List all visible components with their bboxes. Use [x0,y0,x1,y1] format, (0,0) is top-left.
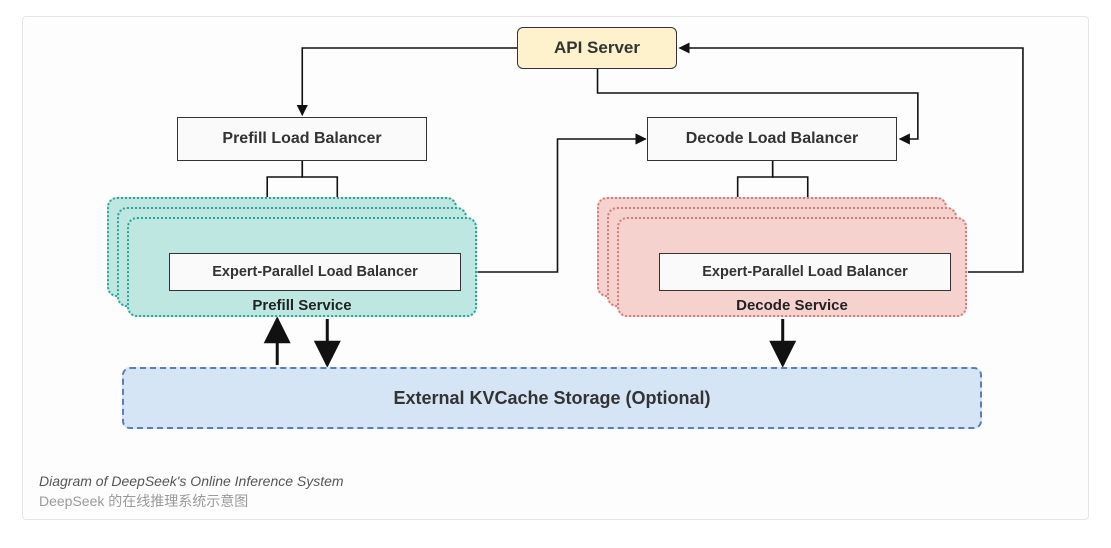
decode-service-replica: Expert-Parallel Load Balancer Decode Ser… [617,217,967,317]
decode-service-label: Decode Service [619,297,965,314]
api-server-box: API Server [517,27,677,69]
kvcache-storage-label: External KVCache Storage (Optional) [393,388,710,409]
decode-load-balancer-label: Decode Load Balancer [686,130,859,148]
page-root: API Server Prefill Load Balancer Decode … [0,0,1111,548]
prefill-service-replica: Expert-Parallel Load Balancer Prefill Se… [127,217,477,317]
prefill-service-label: Prefill Service [129,297,475,314]
decode-service-stack: Expert-Parallel Load Balancer Decode Ser… [597,197,967,317]
decode-ep-load-balancer-box: Expert-Parallel Load Balancer [659,253,951,291]
prefill-load-balancer-box: Prefill Load Balancer [177,117,427,161]
kvcache-storage-box: External KVCache Storage (Optional) [122,367,982,429]
prefill-ep-load-balancer-box: Expert-Parallel Load Balancer [169,253,461,291]
figure-caption-zh: DeepSeek 的在线推理系统示意图 [39,491,1078,511]
prefill-service-stack: Expert-Parallel Load Balancer Prefill Se… [107,197,477,317]
figure-card: API Server Prefill Load Balancer Decode … [22,16,1089,520]
prefill-ep-load-balancer-label: Expert-Parallel Load Balancer [212,264,418,280]
decode-ep-load-balancer-label: Expert-Parallel Load Balancer [702,264,908,280]
architecture-diagram: API Server Prefill Load Balancer Decode … [37,27,1078,467]
prefill-load-balancer-label: Prefill Load Balancer [222,130,381,148]
decode-load-balancer-box: Decode Load Balancer [647,117,897,161]
api-server-label: API Server [554,38,640,58]
figure-captions: Diagram of DeepSeek's Online Inference S… [37,473,1078,511]
figure-caption-en: Diagram of DeepSeek's Online Inference S… [39,473,1078,489]
